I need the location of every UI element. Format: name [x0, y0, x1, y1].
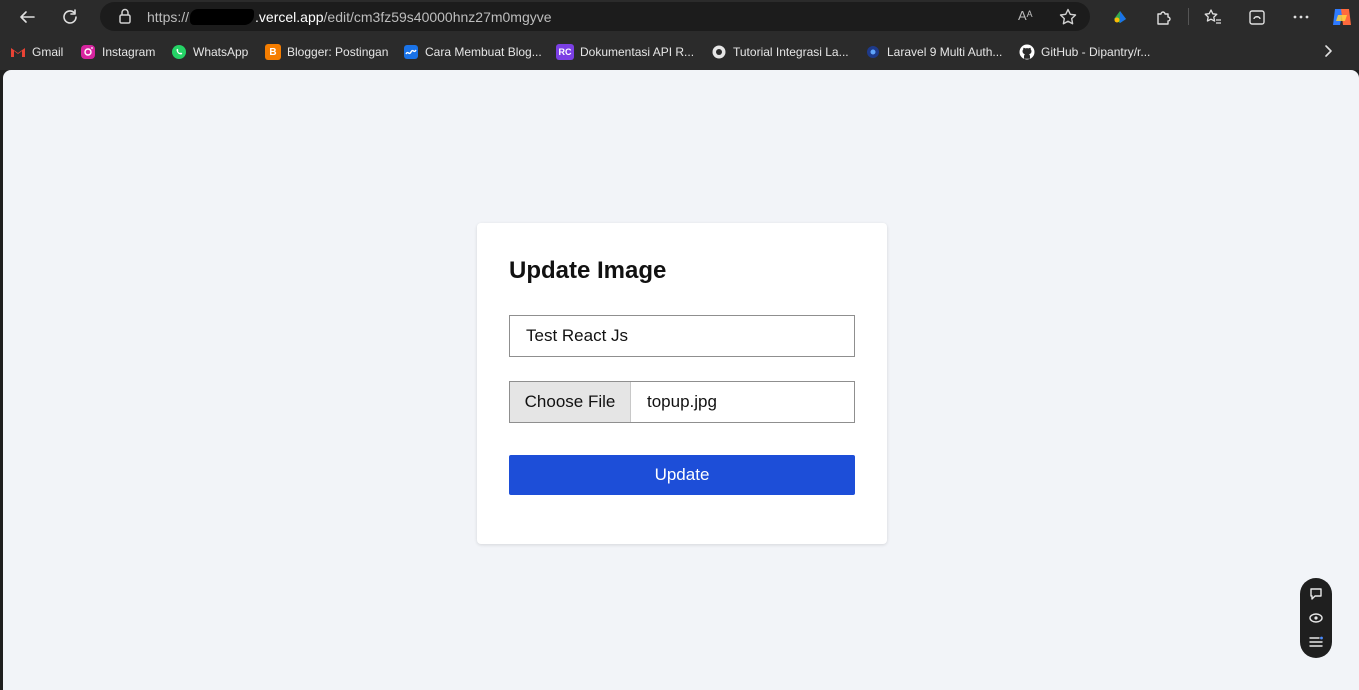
update-button[interactable]: Update — [509, 455, 855, 495]
blog-icon — [404, 45, 418, 59]
page-viewport: Update Image Choose File topup.jpg Updat… — [3, 70, 1359, 690]
bookmark-label: Dokumentasi API R... — [580, 45, 695, 59]
address-bar[interactable]: https:// .vercel.app/edit/cm3fz59s40000hn… — [100, 2, 1090, 31]
bookmark-label: GitHub - Dipantry/r... — [1041, 45, 1151, 59]
reload-icon — [63, 8, 77, 24]
selected-file-name: topup.jpg — [647, 392, 717, 411]
bookmark-label: WhatsApp — [193, 45, 249, 59]
extension-icon[interactable] — [1110, 7, 1130, 27]
copilot-icon[interactable] — [1330, 5, 1354, 29]
choose-file-button[interactable]: Choose File — [510, 382, 631, 422]
bookmark-whatsapp[interactable]: WhatsApp — [171, 43, 248, 61]
laravel-icon — [867, 46, 879, 58]
file-input[interactable]: Choose File topup.jpg — [509, 381, 855, 423]
bookmark-gmail[interactable]: Gmail — [10, 43, 63, 61]
bookmark-label: Laravel 9 Multi Auth... — [887, 45, 1003, 59]
chevron-right-icon[interactable] — [1321, 43, 1335, 59]
bookmark-github[interactable]: GitHub - Dipantry/r... — [1019, 43, 1150, 61]
floating-tools-panel — [1300, 578, 1332, 658]
bookmark-label: Blogger: Postingan — [287, 45, 389, 59]
url-path: /edit/cm3fz59s40000hnz27m0mgyve — [323, 9, 552, 25]
url-text[interactable]: https:// .vercel.app/edit/cm3fz59s40000hn… — [147, 9, 552, 25]
back-button[interactable] — [13, 3, 41, 30]
star-icon[interactable] — [1058, 7, 1078, 27]
chat-icon[interactable] — [1308, 586, 1324, 602]
whatsapp-icon — [172, 45, 186, 59]
tutorial-icon — [712, 45, 726, 59]
bookmark-dokumentasi-api[interactable]: RC Dokumentasi API R... — [556, 43, 694, 61]
bookmark-laravel-multi-auth[interactable]: Laravel 9 Multi Auth... — [865, 43, 1002, 61]
github-icon — [1019, 44, 1035, 60]
bookmark-label: Gmail — [32, 45, 64, 59]
bookmark-label: Tutorial Integrasi La... — [733, 45, 849, 59]
update-image-form: Update Image Choose File topup.jpg Updat… — [477, 223, 887, 544]
bookmark-blogger[interactable]: B Blogger: Postingan — [265, 43, 388, 61]
bookmark-label: Cara Membuat Blog... — [425, 45, 542, 59]
read-aloud-icon[interactable]: Aᴬ — [1018, 8, 1038, 28]
favorites-icon[interactable] — [1203, 7, 1223, 27]
browser-toolbar: https:// .vercel.app/edit/cm3fz59s40000hn… — [0, 0, 1359, 33]
lock-icon — [119, 8, 131, 24]
eye-icon[interactable] — [1308, 610, 1324, 626]
reload-button[interactable] — [56, 3, 84, 30]
url-host: .vercel.app — [255, 9, 324, 25]
list-icon[interactable] — [1308, 634, 1324, 650]
bookmark-cara-membuat-blog[interactable]: Cara Membuat Blog... — [403, 43, 542, 61]
bookmarks-bar: Gmail Instagram WhatsApp B Blogger: Post… — [0, 33, 1359, 70]
form-title: Update Image — [509, 257, 667, 284]
arrow-left-icon — [20, 10, 35, 23]
bookmark-label: Instagram — [102, 45, 156, 59]
more-icon[interactable] — [1291, 7, 1311, 27]
collections-icon[interactable] — [1247, 7, 1267, 27]
gmail-icon — [11, 48, 25, 57]
url-scheme: https:// — [147, 9, 190, 25]
redaction-mark — [190, 9, 255, 25]
blogger-icon: B — [265, 44, 281, 60]
toolbar-separator — [1188, 8, 1189, 25]
puzzle-icon[interactable] — [1154, 7, 1174, 27]
bookmark-tutorial-integrasi[interactable]: Tutorial Integrasi La... — [711, 43, 849, 61]
bookmark-instagram[interactable]: Instagram — [80, 43, 155, 61]
title-input[interactable] — [509, 315, 855, 357]
instagram-icon — [81, 45, 95, 59]
rc-icon: RC — [556, 44, 574, 60]
